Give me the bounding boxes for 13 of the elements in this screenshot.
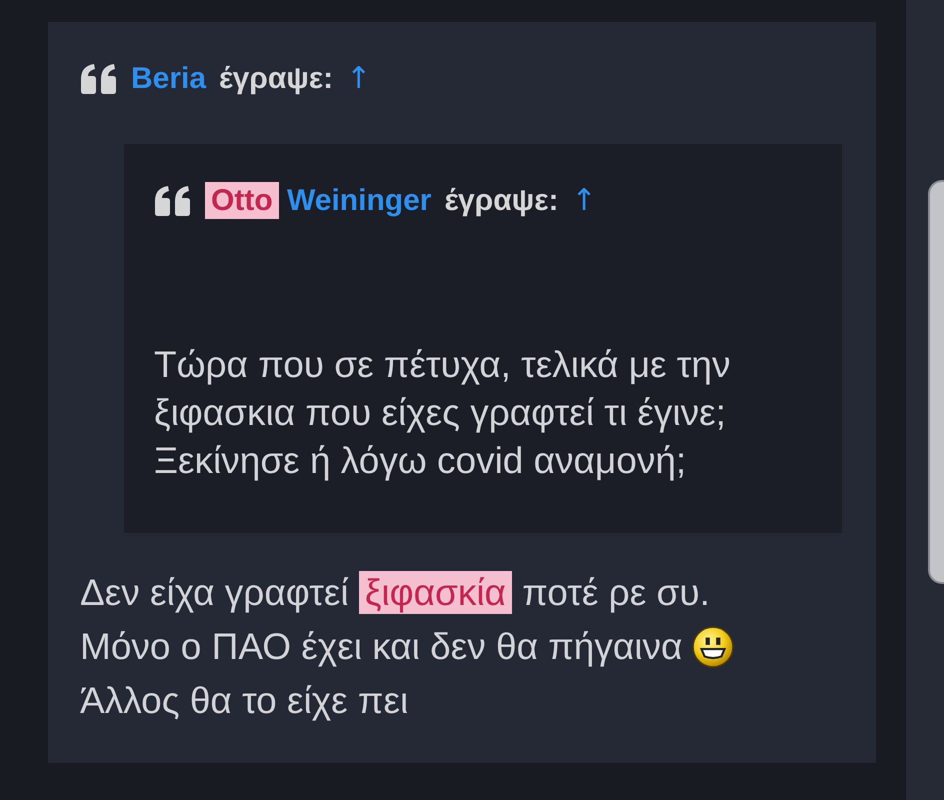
jump-to-post-link[interactable]: ↑ (572, 181, 597, 221)
reply-text: Μόνο ο ΠΑΟ έχει και δεν θα πήγαινα (80, 625, 682, 669)
reply-text: Άλλος θα το είχε πει (80, 679, 408, 723)
author-link[interactable]: Otto Weininger (205, 181, 432, 221)
quote-icon (154, 186, 192, 216)
jump-to-post-link[interactable]: ↑ (346, 59, 372, 99)
scrollbar-thumb[interactable] (928, 180, 944, 584)
wrote-label: έγραψε: (219, 61, 334, 97)
wrote-label: έγραψε: (444, 183, 559, 219)
author-link[interactable]: Beria (131, 59, 206, 99)
reply-text: Δεν είχα γραφτεί ξιφασκία ποτέ ρε συ. (80, 570, 710, 616)
quote-text: Τώρα που σε πέτυχα, τελικά με την ξιφασκια που είχες γραφτεί τι έγινε; Ξεκίνησε ή λόγω covid αναμονή; (154, 343, 732, 483)
quote-icon (80, 64, 118, 94)
